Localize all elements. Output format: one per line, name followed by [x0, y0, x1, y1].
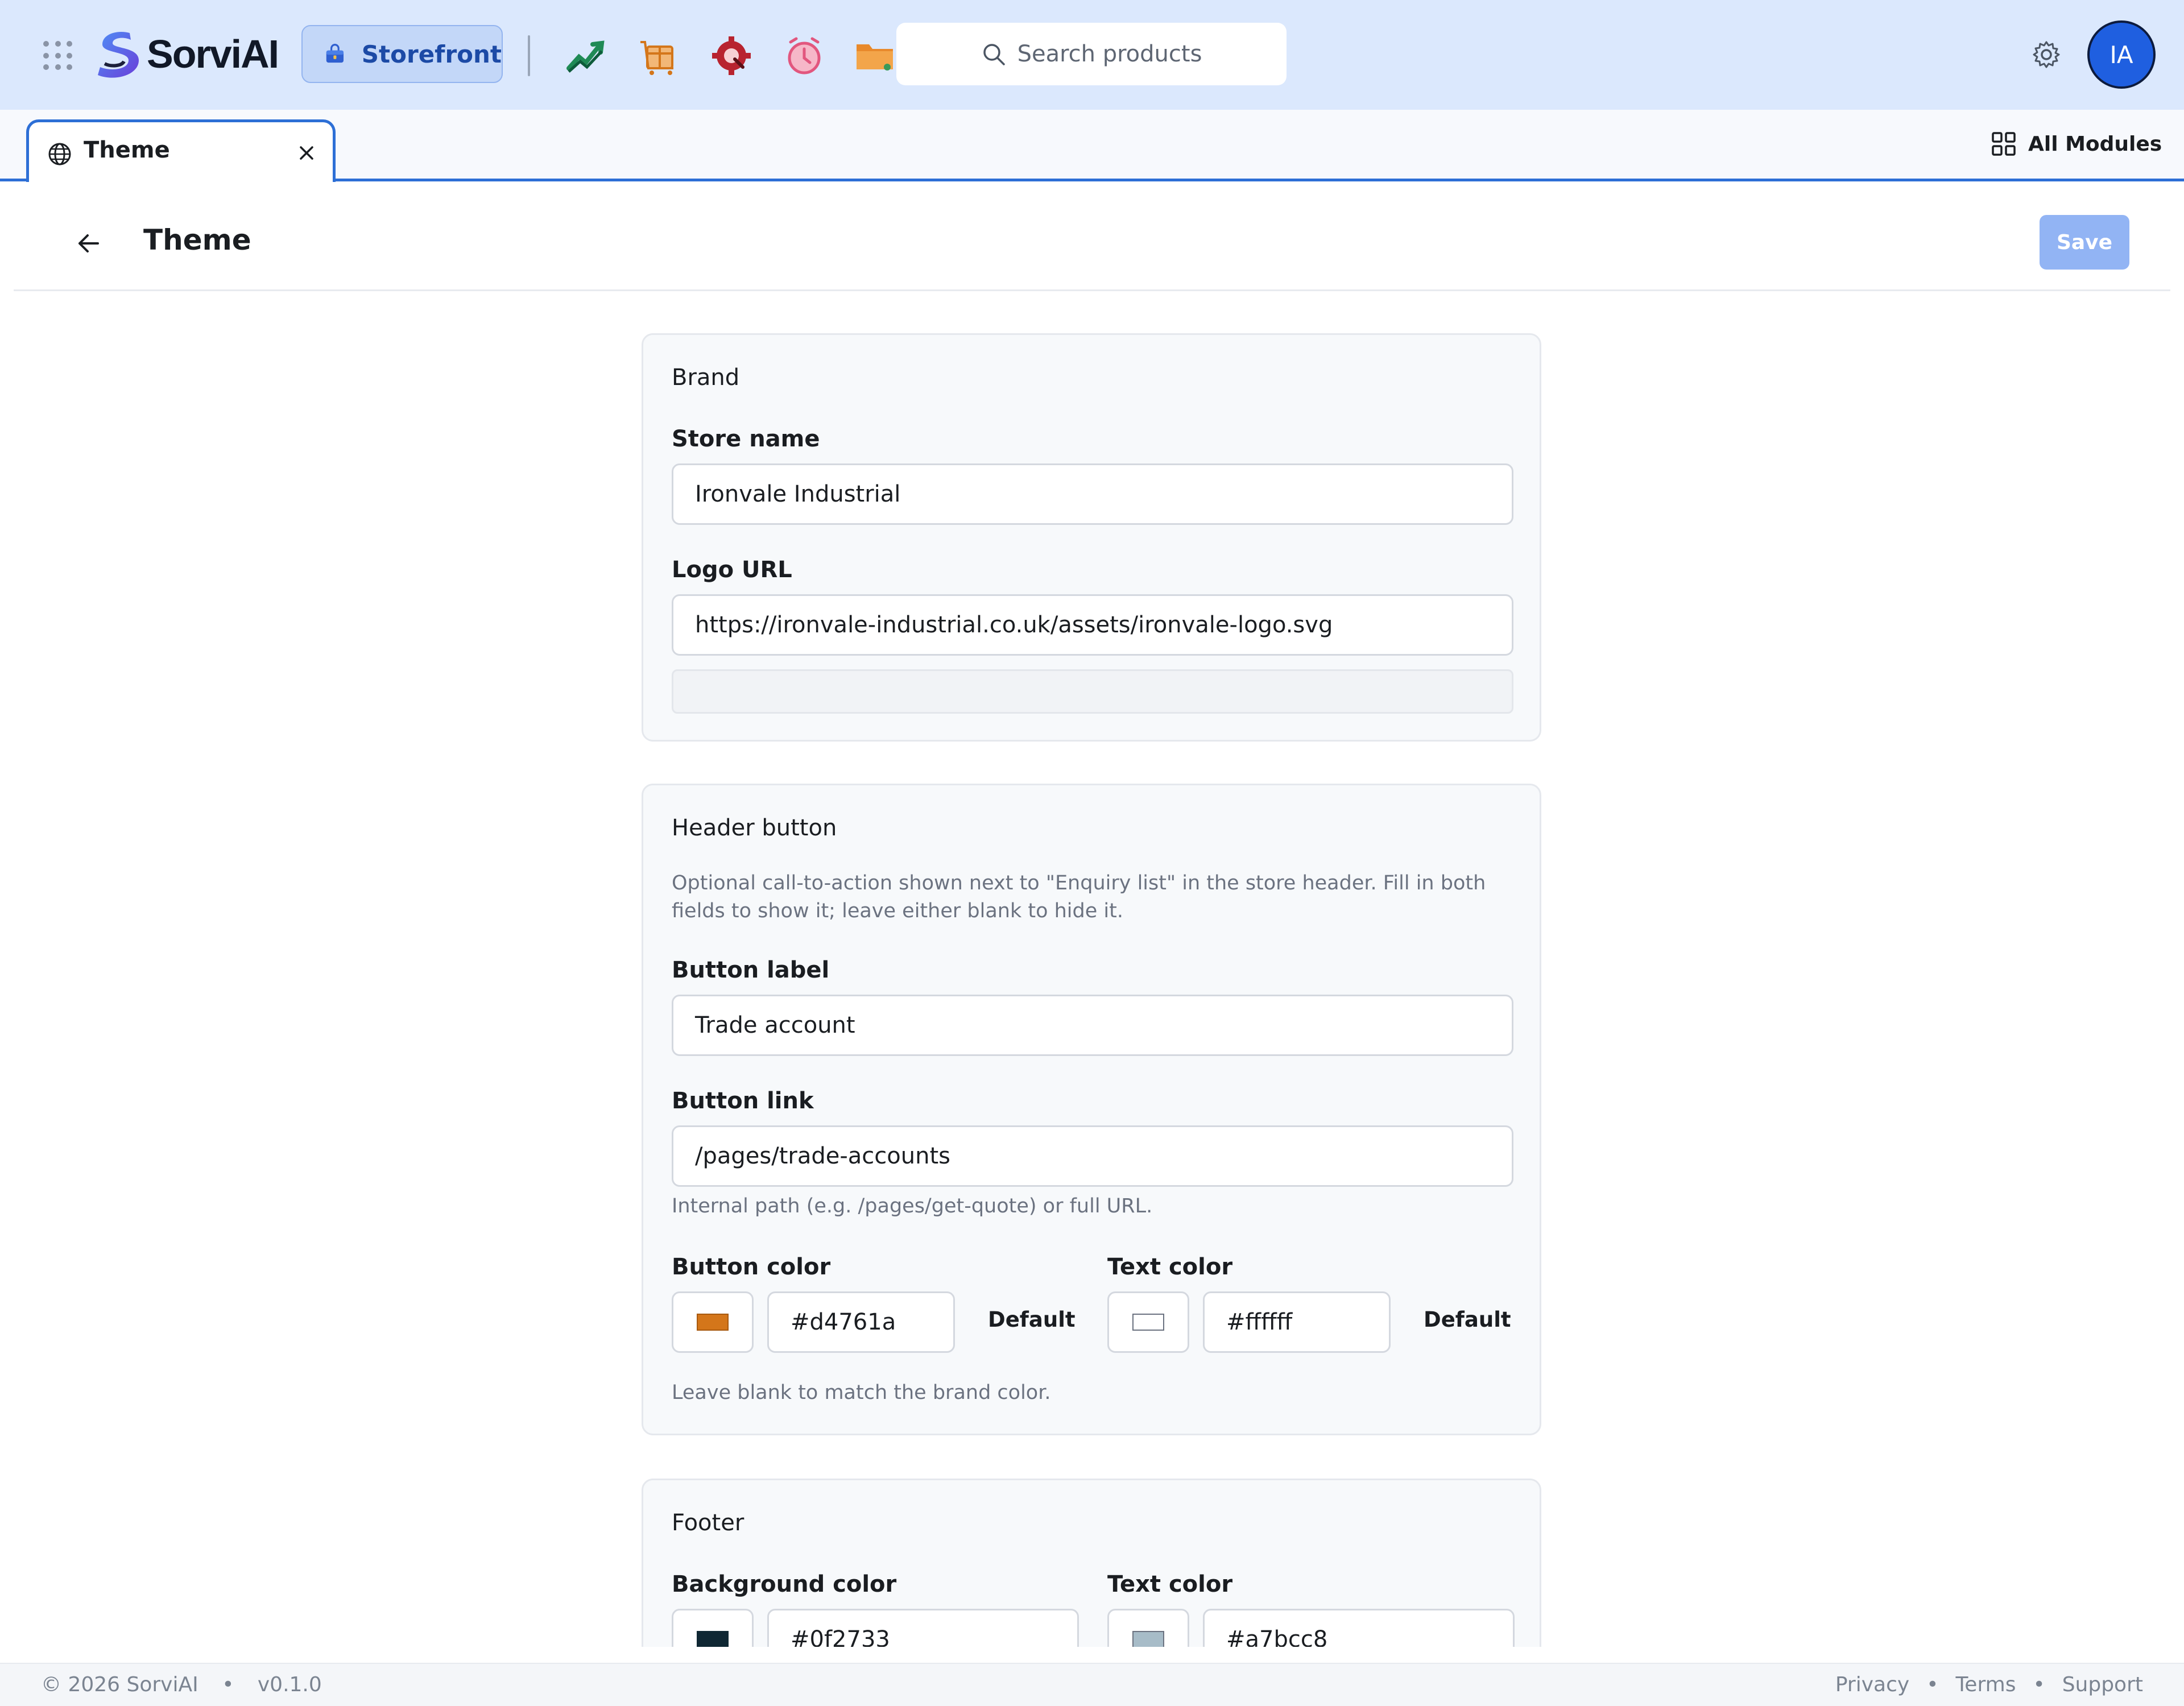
apps-grid-icon[interactable] [43, 41, 73, 71]
footer-section: Footer Background color #0f2733 Text col… [642, 1479, 1541, 1647]
button-link-label: Button link [672, 1088, 814, 1114]
footer-section-title: Footer [672, 1510, 744, 1536]
module-switcher-storefront[interactable]: Storefront [301, 25, 503, 83]
search-icon [983, 44, 1005, 65]
footer-text-color-label: Text color [1107, 1571, 1233, 1597]
button-color-swatch [697, 1314, 729, 1331]
app-name: SorviAI [147, 32, 279, 76]
button-link-value: /pages/trade-accounts [695, 1143, 950, 1169]
avatar[interactable]: IA [2087, 20, 2156, 89]
all-modules-label: All Modules [2028, 132, 2162, 156]
button-label-input[interactable]: Trade account [672, 995, 1513, 1056]
logo-preview [672, 669, 1513, 714]
page-title: Theme [143, 223, 251, 256]
app-logo[interactable]: SorviAI [94, 30, 279, 78]
text-color-swatch [1132, 1314, 1164, 1331]
footer-text-color-value: #a7bcc8 [1226, 1626, 1328, 1647]
version-text: v0.1.0 [257, 1673, 322, 1696]
footer-links: Privacy • Terms • Support [1835, 1673, 2143, 1696]
text-color-value: #ffffff [1226, 1309, 1293, 1335]
tab-title: Theme [84, 137, 170, 163]
brand-section-title: Brand [672, 365, 740, 391]
logo-url-value: https://ironvale-industrial.co.uk/assets… [695, 612, 1333, 638]
button-color-picker[interactable] [672, 1291, 754, 1353]
privacy-link[interactable]: Privacy [1835, 1673, 1909, 1696]
button-link-hint: Internal path (e.g. /pages/get-quote) or… [672, 1195, 1153, 1218]
separator-dot: • [222, 1673, 234, 1696]
topbar-divider [528, 35, 530, 76]
inventory-box-icon[interactable] [637, 34, 680, 77]
store-name-input[interactable]: Ironvale Industrial [672, 463, 1513, 525]
header-divider [14, 289, 2170, 291]
terms-link[interactable]: Terms [1955, 1673, 2016, 1696]
scroll-viewport-bottom: Footer Background color #0f2733 Text col… [0, 1476, 2184, 1647]
support-link[interactable]: Support [2062, 1673, 2143, 1696]
timer-alarm-icon[interactable] [783, 34, 826, 77]
text-color-picker[interactable] [1107, 1291, 1189, 1353]
text-color-input[interactable]: #ffffff [1203, 1291, 1391, 1353]
button-color-value: #d4761a [791, 1309, 896, 1335]
back-arrow-icon[interactable] [73, 227, 105, 259]
all-modules-button[interactable]: All Modules [1991, 131, 2162, 157]
footer-meta: © 2026 SorviAI • v0.1.0 [41, 1673, 322, 1696]
button-color-label: Button color [672, 1254, 831, 1280]
storefront-bag-icon [326, 44, 344, 63]
footer-text-color-swatch [1132, 1631, 1164, 1647]
tab-theme[interactable]: Theme [26, 119, 336, 182]
sorviai-logo-icon [98, 32, 139, 78]
separator-dot: • [1926, 1673, 1939, 1696]
module-name: Storefront [361, 40, 502, 68]
button-label-value: Trade account [695, 1012, 855, 1038]
button-color-default-button[interactable]: Default [988, 1307, 1076, 1332]
header-button-description: Optional call-to-action shown next to "E… [672, 872, 1486, 922]
close-icon[interactable] [296, 143, 317, 163]
separator-dot: • [2033, 1673, 2045, 1696]
color-hint: Leave blank to match the brand color. [672, 1381, 1051, 1404]
brand-section: Brand Store name Ironvale Industrial Log… [642, 333, 1541, 742]
button-label-label: Button label [672, 957, 830, 983]
copyright-text: © 2026 SorviAI [41, 1673, 198, 1696]
header-button-section: Header button Optional call-to-action sh… [642, 784, 1541, 1435]
store-name-value: Ironvale Industrial [695, 481, 901, 507]
footer-bg-color-picker[interactable] [672, 1609, 754, 1647]
text-color-label: Text color [1107, 1254, 1233, 1280]
footer-bg-color-input[interactable]: #0f2733 [767, 1609, 1079, 1647]
footer-bg-color-swatch [697, 1631, 729, 1647]
save-button[interactable]: Save [2040, 215, 2129, 270]
store-name-label: Store name [672, 426, 820, 452]
footer-text-color-input[interactable]: #a7bcc8 [1203, 1609, 1515, 1647]
footer-text-color-picker[interactable] [1107, 1609, 1189, 1647]
footer-bg-color-label: Background color [672, 1571, 897, 1597]
search-input[interactable]: Search products [896, 23, 1287, 85]
top-bar: SorviAI Storefront Search products IA [0, 0, 2184, 110]
service-gear-icon[interactable] [710, 34, 753, 77]
files-folder-icon[interactable] [853, 34, 896, 77]
footer-bg-color-value: #0f2733 [791, 1626, 890, 1647]
search-placeholder: Search products [1017, 41, 1202, 67]
gear-icon[interactable] [2032, 40, 2061, 69]
header-button-section-title: Header button [672, 815, 837, 841]
globe-icon [48, 143, 71, 165]
grid-icon [1992, 132, 2016, 156]
text-color-default-button[interactable]: Default [1424, 1307, 1511, 1332]
button-link-input[interactable]: /pages/trade-accounts [672, 1125, 1513, 1187]
button-color-input[interactable]: #d4761a [767, 1291, 955, 1353]
page-footer: © 2026 SorviAI • v0.1.0 Privacy • Terms … [0, 1663, 2184, 1706]
analytics-chart-icon[interactable] [564, 34, 607, 77]
avatar-initials: IA [2109, 40, 2133, 69]
logo-url-label: Logo URL [672, 557, 792, 583]
logo-url-input[interactable]: https://ironvale-industrial.co.uk/assets… [672, 594, 1513, 656]
